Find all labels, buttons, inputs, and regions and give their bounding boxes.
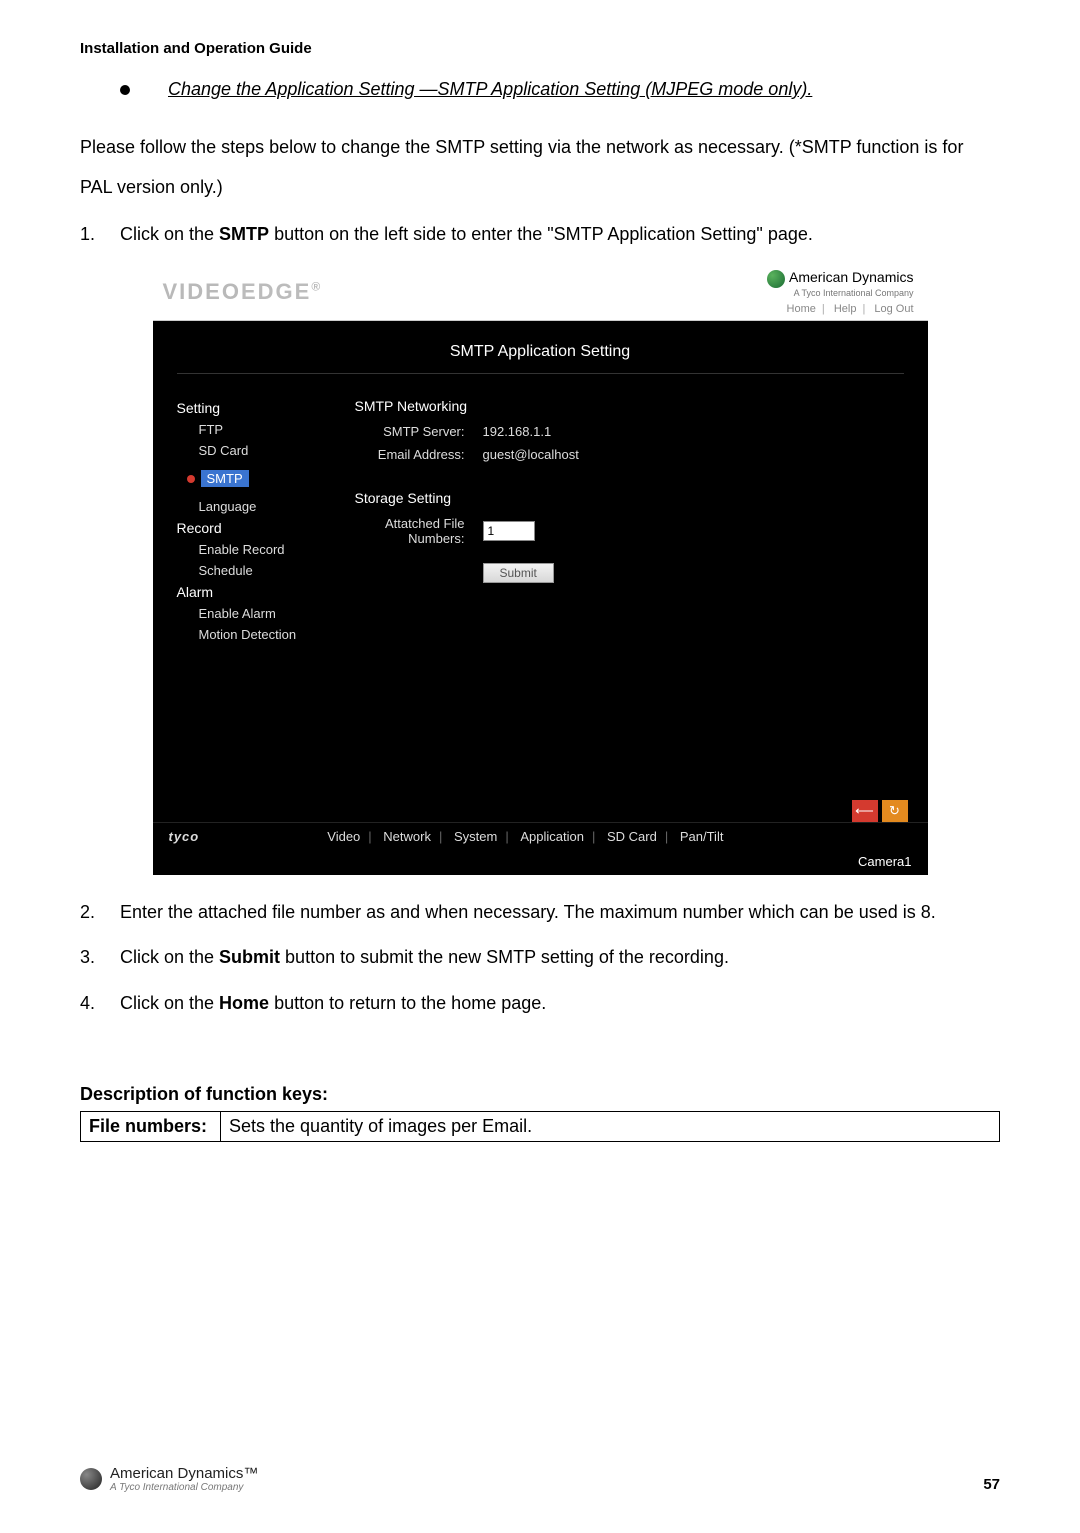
camera-label: Camera1 — [153, 850, 928, 875]
brand-sub: A Tyco International Company — [767, 288, 913, 300]
email-address-value: guest@localhost — [483, 447, 579, 462]
home-link[interactable]: Home — [787, 303, 816, 315]
intro-paragraph: Please follow the steps below to change … — [80, 128, 1000, 207]
header-right: American Dynamics A Tyco International C… — [767, 268, 913, 316]
page-title: SMTP Application Setting — [177, 321, 904, 374]
sidebar-item-enable-alarm[interactable]: Enable Alarm — [199, 606, 337, 621]
footnav-application[interactable]: Application — [520, 829, 584, 844]
tyco-logo: tyco — [169, 829, 200, 844]
content-area: SMTP Networking SMTP Server: 192.168.1.1… — [337, 396, 904, 784]
footer-brand-name: American Dynamics™ — [110, 1466, 258, 1483]
section-heading: Change the Application Setting —SMTP App… — [120, 79, 1000, 100]
footnav-video[interactable]: Video — [327, 829, 360, 844]
step-1: 1. Click on the SMTP button on the left … — [80, 215, 1000, 255]
footnav-system[interactable]: System — [454, 829, 497, 844]
footer-icons: ⟵ ↻ — [852, 800, 908, 822]
submit-button[interactable]: Submit — [483, 563, 554, 583]
brand-name: American Dynamics — [789, 269, 913, 285]
sidebar-group-setting: Setting — [177, 400, 337, 416]
step-3-pre: Click on the — [120, 947, 219, 967]
function-keys-table: File numbers: Sets the quantity of image… — [80, 1111, 1000, 1142]
smtp-server-label: SMTP Server: — [355, 424, 465, 439]
bullet-icon — [120, 85, 130, 95]
step-3-bold: Submit — [219, 947, 280, 967]
sidebar-item-language[interactable]: Language — [199, 499, 337, 514]
app-footer-nav: tyco Video| Network| System| Application… — [153, 822, 928, 850]
description-heading: Description of function keys: — [80, 1084, 1000, 1105]
header-links: Home| Help| Log Out — [767, 302, 913, 316]
step-4-post: button to return to the home page. — [269, 993, 546, 1013]
footer-brand: American Dynamics™ A Tyco International … — [80, 1466, 258, 1494]
page-footer: American Dynamics™ A Tyco International … — [80, 1466, 1000, 1494]
app-screenshot: VIDEOEDGE® American Dynamics A Tyco Inte… — [153, 265, 928, 875]
sidebar-item-schedule[interactable]: Schedule — [199, 563, 337, 578]
step-num: 2. — [80, 893, 120, 933]
smtp-server-value: 192.168.1.1 — [483, 424, 552, 439]
attached-file-input[interactable] — [483, 521, 535, 541]
table-row: File numbers: Sets the quantity of image… — [81, 1111, 1000, 1141]
step-4-bold: Home — [219, 993, 269, 1013]
footnav-network[interactable]: Network — [383, 829, 431, 844]
storage-setting-heading: Storage Setting — [355, 490, 904, 506]
table-val: Sets the quantity of images per Email. — [221, 1111, 1000, 1141]
app-header: VIDEOEDGE® American Dynamics A Tyco Inte… — [153, 265, 928, 321]
sidebar-item-motion[interactable]: Motion Detection — [199, 627, 337, 642]
section-heading-text: Change the Application Setting —SMTP App… — [168, 79, 812, 100]
logout-link[interactable]: Log Out — [874, 303, 913, 315]
page-number: 57 — [983, 1476, 1000, 1493]
sidebar-item-enable-record[interactable]: Enable Record — [199, 542, 337, 557]
step-num: 1. — [80, 215, 120, 255]
step-2-text: Enter the attached file number as and wh… — [120, 893, 1000, 933]
step-1-bold: SMTP — [219, 224, 269, 244]
step-num: 4. — [80, 984, 120, 1024]
step-4-pre: Click on the — [120, 993, 219, 1013]
smtp-networking-heading: SMTP Networking — [355, 398, 904, 414]
footnav-sdcard[interactable]: SD Card — [607, 829, 657, 844]
footnav-pantilt[interactable]: Pan/Tilt — [680, 829, 724, 844]
sidebar: Setting FTP SD Card SMTP Language Record… — [177, 396, 337, 784]
active-dot-icon — [187, 475, 195, 483]
step-1-pre: Click on the — [120, 224, 219, 244]
table-key: File numbers: — [81, 1111, 221, 1141]
step-3: 3. Click on the Submit button to submit … — [80, 938, 1000, 978]
step-num: 3. — [80, 938, 120, 978]
sidebar-item-smtp[interactable]: SMTP — [201, 470, 249, 487]
attached-file-label: Attatched File Numbers: — [355, 516, 465, 547]
step-2: 2. Enter the attached file number as and… — [80, 893, 1000, 933]
sidebar-group-alarm: Alarm — [177, 584, 337, 600]
sidebar-item-sdcard[interactable]: SD Card — [199, 443, 337, 458]
globe-icon — [767, 270, 785, 288]
doc-header: Installation and Operation Guide — [80, 40, 1000, 57]
help-link[interactable]: Help — [834, 303, 857, 315]
videoedge-logo: VIDEOEDGE® — [163, 279, 323, 305]
sidebar-item-ftp[interactable]: FTP — [199, 422, 337, 437]
back-icon[interactable]: ⟵ — [852, 800, 878, 822]
email-address-label: Email Address: — [355, 447, 465, 462]
step-1-post: button on the left side to enter the "SM… — [269, 224, 813, 244]
footer-brand-sub: A Tyco International Company — [110, 1482, 258, 1493]
step-3-post: button to submit the new SMTP setting of… — [280, 947, 729, 967]
sidebar-group-record: Record — [177, 520, 337, 536]
step-4: 4. Click on the Home button to return to… — [80, 984, 1000, 1024]
globe-icon — [80, 1468, 102, 1490]
refresh-icon[interactable]: ↻ — [882, 800, 908, 822]
footer-nav-links: Video| Network| System| Application| SD … — [321, 829, 729, 844]
